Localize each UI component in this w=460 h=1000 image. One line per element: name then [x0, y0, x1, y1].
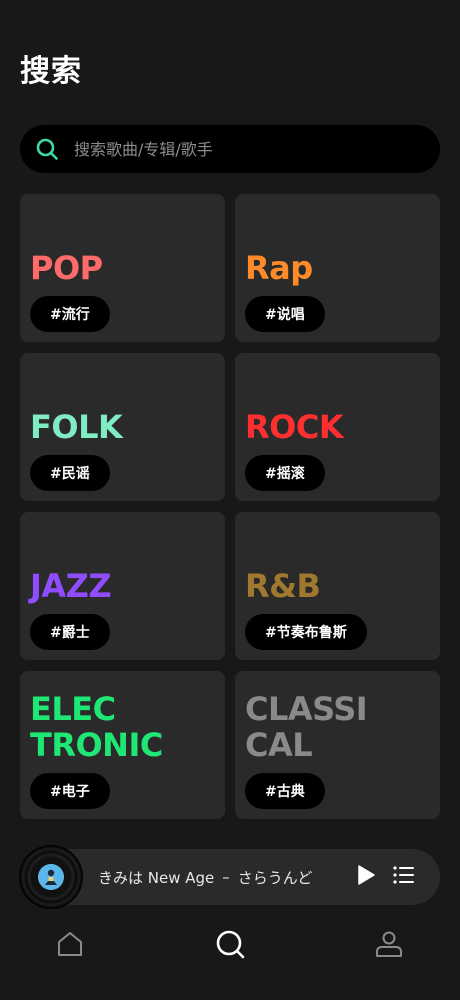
genre-card-rock[interactable]: ROCK #摇滚: [235, 353, 440, 501]
genre-title: POP: [30, 249, 103, 287]
search-input[interactable]: [72, 128, 440, 170]
genre-card-electronic[interactable]: ELEC TRONIC #电子: [20, 671, 225, 819]
genre-title: CLASSI CAL: [245, 690, 368, 764]
vinyl-disc: [20, 846, 82, 908]
genre-card-jazz[interactable]: JAZZ #爵士: [20, 512, 225, 660]
genre-card-classical[interactable]: CLASSI CAL #古典: [235, 671, 440, 819]
separator: –: [222, 868, 230, 886]
genre-title: ELEC TRONIC: [30, 690, 163, 764]
artist-name: さらうんど: [237, 868, 313, 887]
genre-title: Rap: [245, 249, 313, 287]
search-icon: [34, 136, 60, 162]
genre-tag: #爵士: [30, 614, 110, 650]
playlist-button[interactable]: [392, 865, 416, 889]
album-art: [38, 864, 64, 890]
user-icon: [374, 929, 404, 963]
genre-tag: #说唱: [245, 296, 325, 332]
genre-card-folk[interactable]: FOLK #民谣: [20, 353, 225, 501]
genre-tag: #节奏布鲁斯: [245, 614, 367, 650]
search-bar[interactable]: [20, 125, 440, 173]
home-icon: [55, 929, 85, 963]
genre-grid: POP #流行 Rap #说唱 FOLK #民谣 ROCK #摇滚 JAZZ #…: [20, 194, 440, 819]
play-icon: [356, 864, 376, 890]
play-button[interactable]: [354, 865, 378, 889]
genre-tag: #电子: [30, 773, 110, 809]
page-title: 搜索: [20, 54, 82, 89]
bottom-tab-bar: [0, 918, 460, 974]
search-icon: [214, 928, 246, 964]
genre-tag: #民谣: [30, 455, 110, 491]
genre-card-pop[interactable]: POP #流行: [20, 194, 225, 342]
genre-tag: #摇滚: [245, 455, 325, 491]
now-playing: きみは New Age – さらうんど: [98, 849, 312, 905]
genre-title: JAZZ: [30, 567, 112, 605]
genre-title: R&B: [245, 567, 321, 605]
genre-title: FOLK: [30, 408, 123, 446]
genre-tag: #流行: [30, 296, 110, 332]
playlist-icon: [393, 866, 415, 888]
genre-card-rap[interactable]: Rap #说唱: [235, 194, 440, 342]
tab-profile[interactable]: [371, 928, 407, 964]
tab-home[interactable]: [52, 928, 88, 964]
genre-card-rnb[interactable]: R&B #节奏布鲁斯: [235, 512, 440, 660]
tab-search[interactable]: [212, 928, 248, 964]
song-title: きみは New Age: [98, 868, 215, 887]
mini-player[interactable]: きみは New Age – さらうんど: [20, 846, 440, 908]
genre-title: ROCK: [245, 408, 344, 446]
genre-tag: #古典: [245, 773, 325, 809]
